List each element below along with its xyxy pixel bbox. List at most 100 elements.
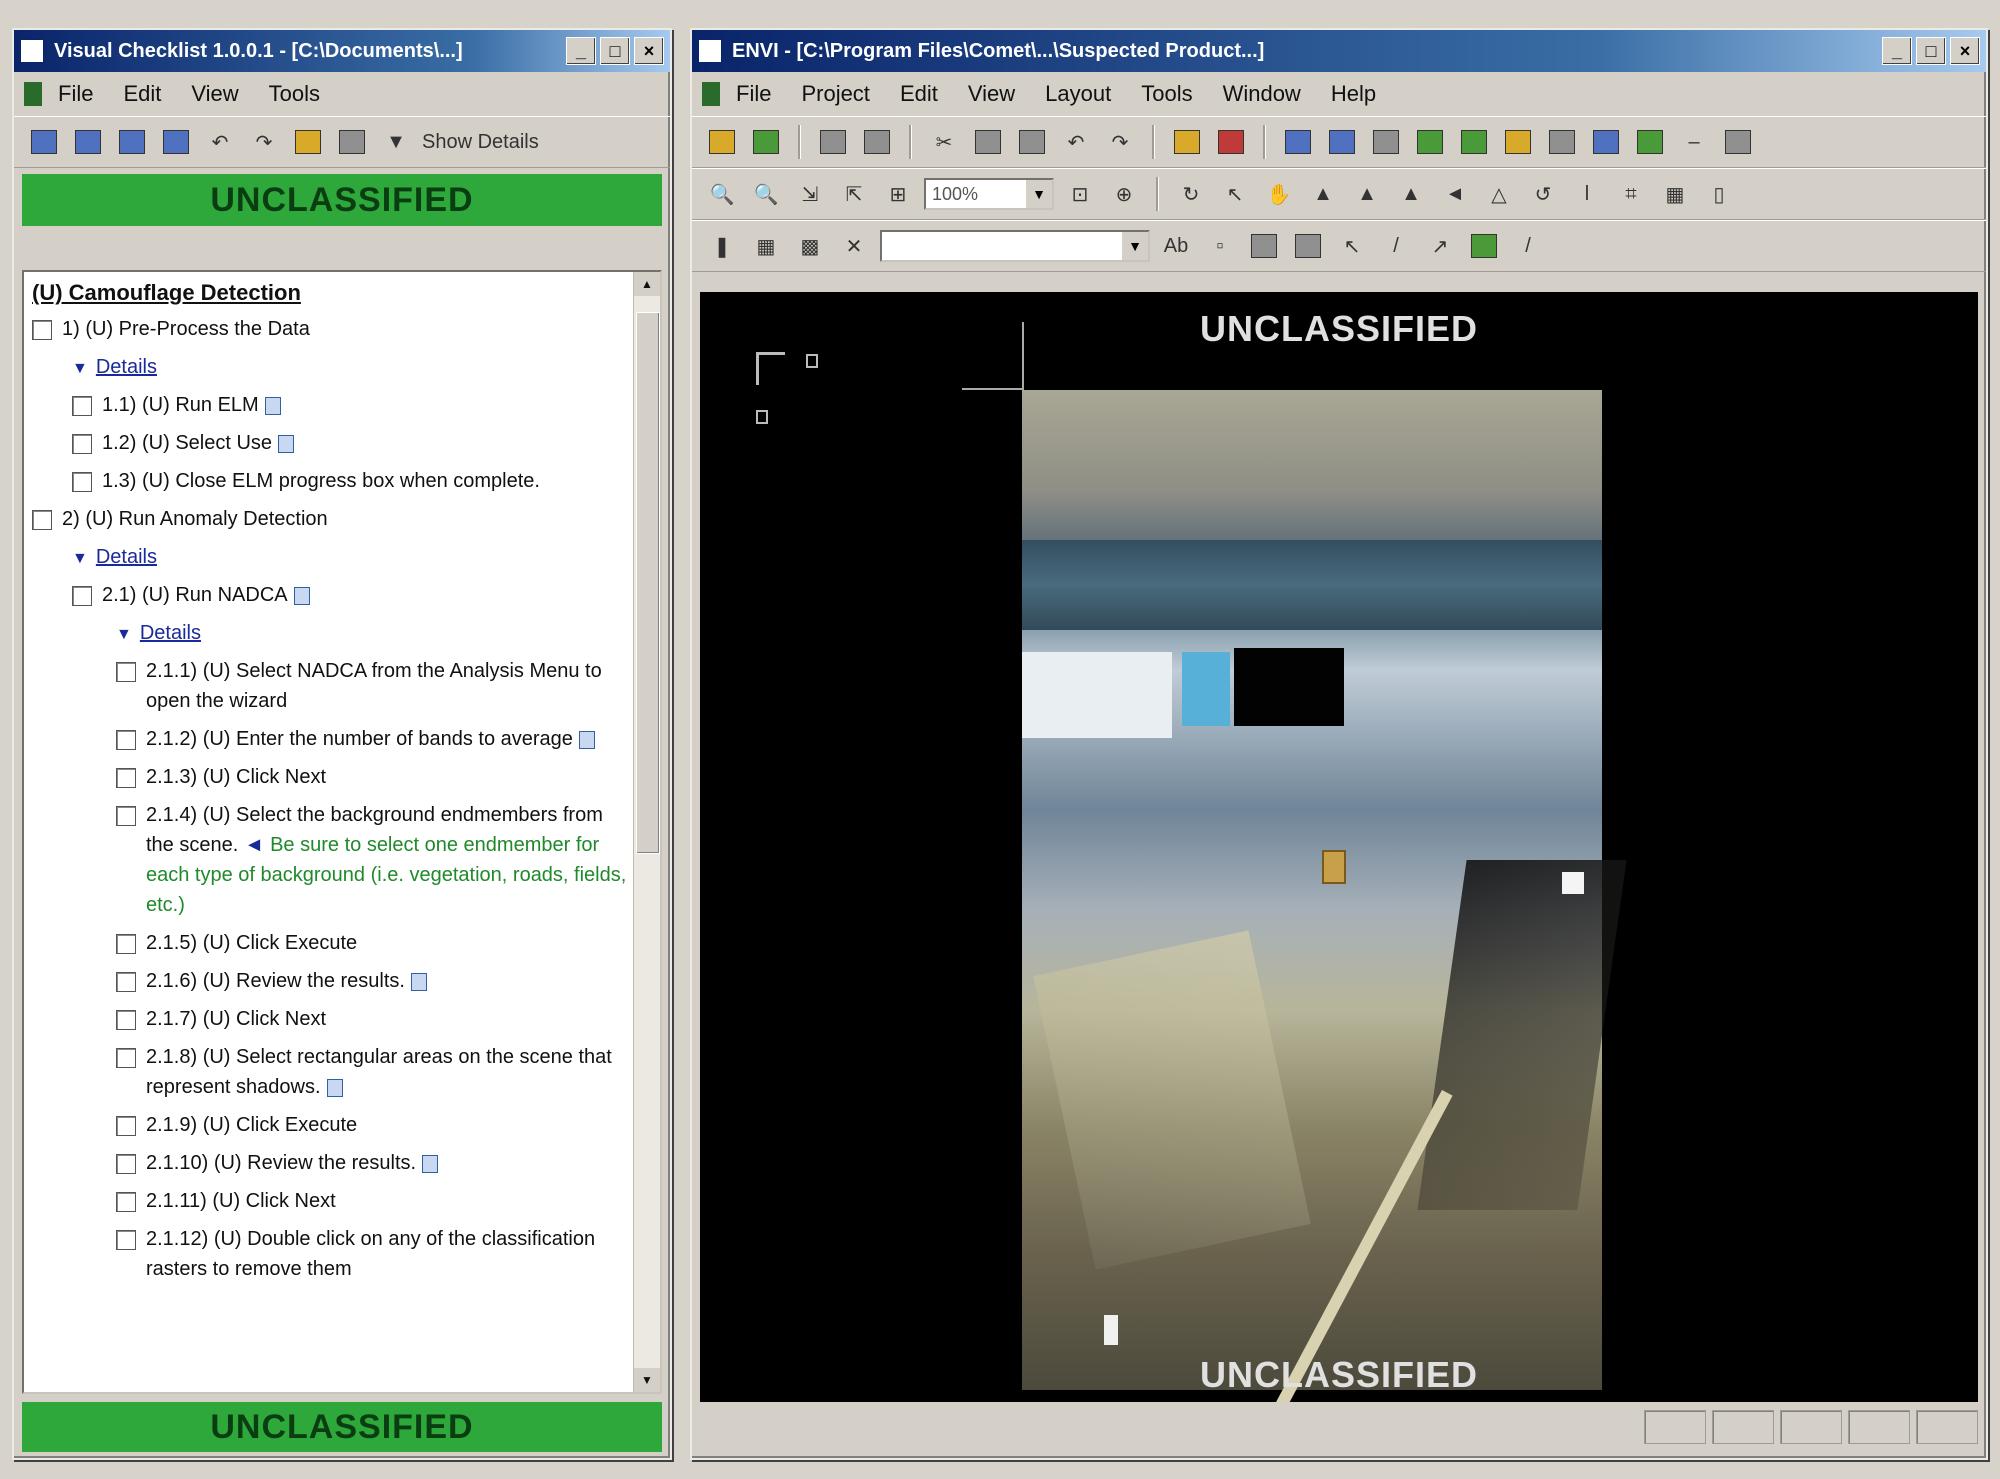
menu-file[interactable]: File bbox=[58, 81, 93, 107]
grid-icon[interactable]: ▦ bbox=[1657, 176, 1693, 212]
glasses-icon[interactable] bbox=[1544, 124, 1580, 160]
brush-icon[interactable]: / bbox=[1510, 228, 1546, 264]
checkbox[interactable] bbox=[116, 934, 136, 954]
checklist-scrollbar[interactable]: ▲ ▼ bbox=[633, 272, 660, 1392]
note-icon[interactable] bbox=[293, 586, 310, 605]
menu-view[interactable]: View bbox=[191, 81, 238, 107]
fixed-zoom-in-icon[interactable]: ⇲ bbox=[792, 176, 828, 212]
save-icon[interactable] bbox=[334, 124, 370, 160]
layer-select[interactable]: ▼ bbox=[880, 230, 1150, 262]
checkbox[interactable] bbox=[116, 1154, 136, 1174]
checkbox[interactable] bbox=[116, 1116, 136, 1136]
paste-icon[interactable] bbox=[1014, 124, 1050, 160]
details-toggle[interactable]: ▼ Details bbox=[116, 618, 630, 650]
eraser-icon[interactable] bbox=[1213, 124, 1249, 160]
checkbox[interactable] bbox=[116, 1048, 136, 1068]
arrow-left-icon[interactable]: ◄ bbox=[1437, 176, 1473, 212]
menu-layout[interactable]: Layout bbox=[1045, 81, 1111, 107]
close-button[interactable]: × bbox=[1950, 37, 1980, 65]
checkbox[interactable] bbox=[72, 472, 92, 492]
checkbox[interactable] bbox=[116, 768, 136, 788]
rotate-icon[interactable]: ↻ bbox=[1173, 176, 1209, 212]
menu-tools[interactable]: Tools bbox=[269, 81, 320, 107]
note-icon[interactable] bbox=[410, 972, 427, 991]
new-icon[interactable] bbox=[26, 124, 62, 160]
layers-icon[interactable] bbox=[1324, 124, 1360, 160]
undo-icon[interactable]: ↶ bbox=[202, 124, 238, 160]
grid-icon[interactable]: ▩ bbox=[792, 228, 828, 264]
menu-edit[interactable]: Edit bbox=[900, 81, 938, 107]
checkbox[interactable] bbox=[116, 662, 136, 682]
checkbox[interactable] bbox=[116, 1230, 136, 1250]
zoom-out-icon[interactable]: 🔍 bbox=[748, 176, 784, 212]
image-viewer[interactable]: UNCLASSIFIED UNCLASSIFIED bbox=[700, 292, 1978, 1402]
scissors-icon[interactable]: ✕ bbox=[836, 228, 872, 264]
zoom-in-icon[interactable]: 🔍 bbox=[704, 176, 740, 212]
checkbox[interactable] bbox=[116, 806, 136, 826]
edit-icon[interactable] bbox=[290, 124, 326, 160]
note-icon[interactable] bbox=[422, 1154, 439, 1173]
export-icon[interactable] bbox=[1632, 124, 1668, 160]
close-button[interactable]: × bbox=[634, 37, 664, 65]
show-details-button[interactable]: Show Details bbox=[422, 131, 539, 154]
note-icon[interactable] bbox=[264, 396, 281, 415]
menu-tools[interactable]: Tools bbox=[1141, 81, 1192, 107]
balloon-icon[interactable] bbox=[1466, 228, 1502, 264]
note-icon[interactable] bbox=[278, 434, 295, 453]
menu-edit[interactable]: Edit bbox=[123, 81, 161, 107]
aerial-image[interactable] bbox=[1022, 390, 1627, 1402]
triangle-icon[interactable]: ▲ bbox=[1305, 176, 1341, 212]
checkbox[interactable] bbox=[32, 320, 52, 340]
checkbox[interactable] bbox=[72, 586, 92, 606]
menu-file[interactable]: File bbox=[736, 81, 771, 107]
page-icon[interactable]: ▯ bbox=[1701, 176, 1737, 212]
maximize-button[interactable]: □ bbox=[600, 37, 630, 65]
cube-icon[interactable] bbox=[1290, 228, 1326, 264]
window-icon[interactable] bbox=[1720, 124, 1756, 160]
checkbox[interactable] bbox=[116, 730, 136, 750]
image-icon[interactable]: ▫ bbox=[1202, 228, 1238, 264]
zoom-extent-icon[interactable]: ⊡ bbox=[1062, 176, 1098, 212]
minimize-button[interactable]: _ bbox=[1882, 37, 1912, 65]
zoom-select[interactable]: 100% ▼ bbox=[924, 178, 1054, 210]
checklist-titlebar[interactable]: Visual Checklist 1.0.0.1 - [C:\Documents… bbox=[14, 30, 670, 72]
vector-icon[interactable] bbox=[1412, 124, 1448, 160]
checkbox[interactable] bbox=[72, 396, 92, 416]
triangle-icon[interactable]: △ bbox=[1481, 176, 1517, 212]
chevron-down-icon[interactable]: ▼ bbox=[378, 124, 414, 160]
chart-icon[interactable] bbox=[748, 124, 784, 160]
undo-icon[interactable]: ↶ bbox=[1058, 124, 1094, 160]
pencil-icon[interactable]: / bbox=[1378, 228, 1414, 264]
view-icon[interactable] bbox=[1368, 124, 1404, 160]
redo-icon[interactable]: ↷ bbox=[246, 124, 282, 160]
open-icon[interactable] bbox=[704, 124, 740, 160]
copy-icon[interactable] bbox=[970, 124, 1006, 160]
menu-view[interactable]: View bbox=[968, 81, 1015, 107]
minimize-button[interactable]: _ bbox=[566, 37, 596, 65]
arrow-up-icon[interactable]: ↗ bbox=[1422, 228, 1458, 264]
checkbox[interactable] bbox=[116, 1192, 136, 1212]
cursor-icon[interactable]: ↖ bbox=[1334, 228, 1370, 264]
paste-icon[interactable] bbox=[158, 124, 194, 160]
copy-icon[interactable] bbox=[114, 124, 150, 160]
link-icon[interactable] bbox=[1588, 124, 1624, 160]
scroll-down-icon[interactable]: ▼ bbox=[634, 1368, 660, 1392]
cut-icon[interactable]: ✂ bbox=[926, 124, 962, 160]
envi-titlebar[interactable]: ENVI - [C:\Program Files\Comet\...\Suspe… bbox=[692, 30, 1986, 72]
print-icon[interactable] bbox=[859, 124, 895, 160]
open-icon[interactable] bbox=[70, 124, 106, 160]
pointer-icon[interactable]: ǀ bbox=[1569, 176, 1605, 212]
checkbox[interactable] bbox=[116, 1010, 136, 1030]
stack-icon[interactable] bbox=[1500, 124, 1536, 160]
chevron-down-icon[interactable]: ▼ bbox=[1122, 232, 1148, 260]
scroll-up-icon[interactable]: ▲ bbox=[634, 272, 660, 296]
triangle-icon[interactable]: ▲ bbox=[1393, 176, 1429, 212]
redo-icon[interactable]: ↷ bbox=[1102, 124, 1138, 160]
select-icon[interactable]: ↖ bbox=[1217, 176, 1253, 212]
save-icon[interactable] bbox=[815, 124, 851, 160]
magnify-icon[interactable]: ⊕ bbox=[1106, 176, 1142, 212]
crop-icon[interactable]: ⌗ bbox=[1613, 176, 1649, 212]
note-icon[interactable] bbox=[326, 1078, 343, 1097]
menu-project[interactable]: Project bbox=[801, 81, 869, 107]
layer-icon[interactable] bbox=[1280, 124, 1316, 160]
